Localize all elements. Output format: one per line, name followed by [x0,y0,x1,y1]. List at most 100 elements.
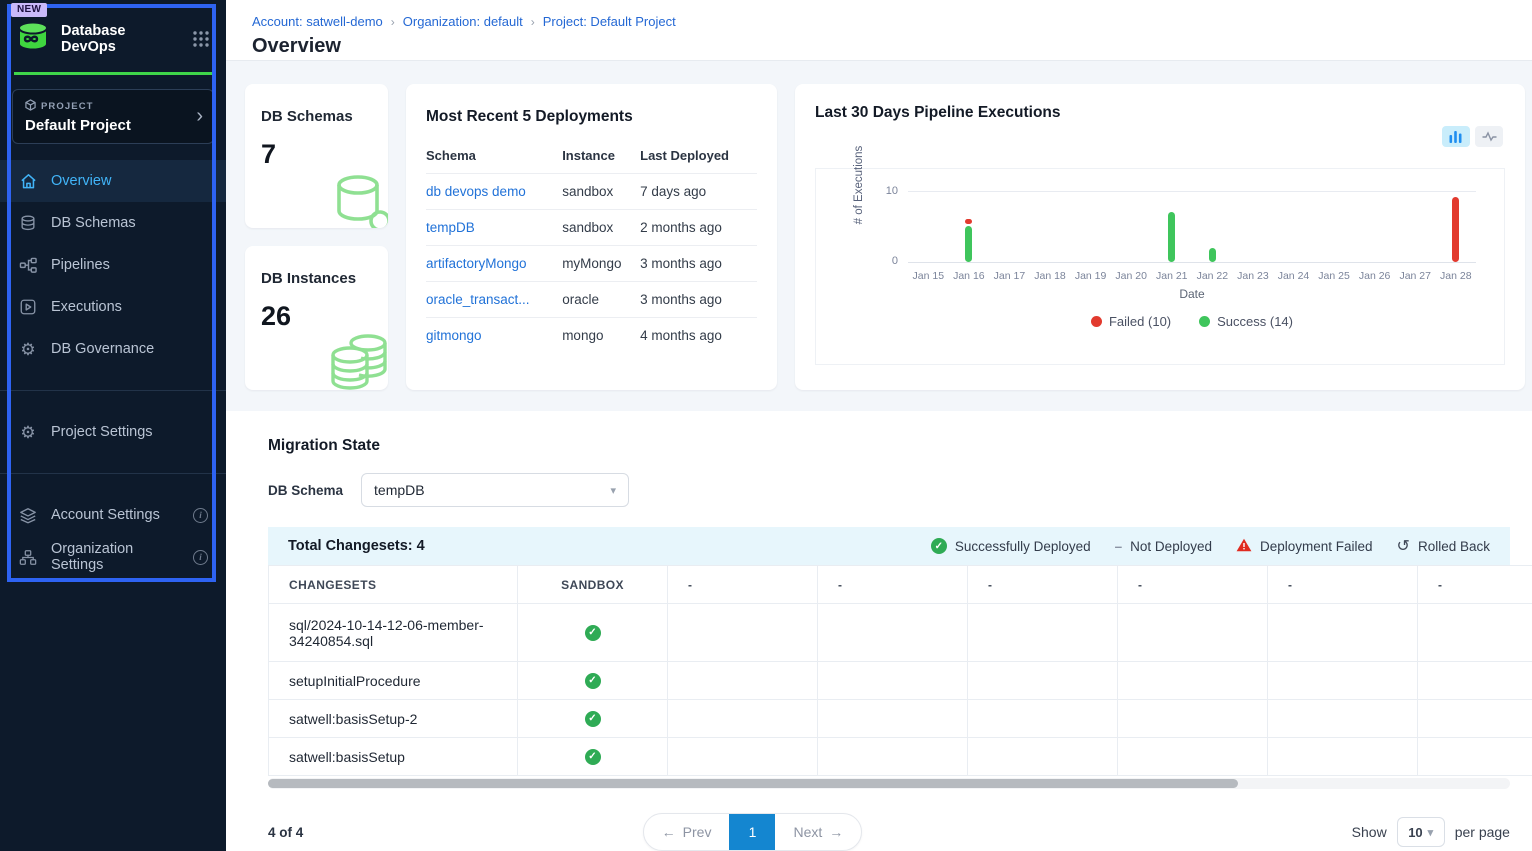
project-selector[interactable]: PROJECT Default Project › [12,89,214,144]
sidebar-item-label: Organization Settings [51,541,180,573]
column-header-changesets: CHANGESETS [269,566,518,604]
gridline [908,191,1476,192]
stat-value: 7 [261,139,372,170]
changeset-row: sql/2024-10-14-12-06-member-34240854.sql… [269,604,1532,662]
line-chart-toggle-icon[interactable] [1475,126,1503,147]
db-instances-card[interactable]: DB Instances 26 [245,246,388,390]
sidebar-item-label: Account Settings [51,507,180,523]
legend-label: Failed (10) [1109,314,1171,329]
sidebar-item-db-schemas[interactable]: DB Schemas [0,202,226,244]
schema-link[interactable]: artifactoryMongo [426,256,527,271]
x-tick-label: Jan 28 [1436,270,1477,282]
show-label: Show [1352,824,1387,840]
x-tick-label: Jan 25 [1314,270,1355,282]
gear-icon: ⚙ [18,341,38,358]
database-outline-icon [330,171,388,228]
chart-x-labels: Jan 15Jan 16Jan 17Jan 18Jan 19Jan 20Jan … [908,270,1476,282]
changeset-name: satwell:basisSetup-2 [269,700,518,738]
page-header: Account: satwell-demo › Organization: de… [226,0,1532,61]
pipeline-icon [18,257,38,274]
x-axis-label: Date [908,287,1476,301]
sidebar-nav: Overview DB Schemas [0,160,226,578]
pagination: 4 of 4 ← Prev 1 Next → Show 10 [268,813,1510,851]
legend-item-failed: Failed (10) [1091,314,1171,329]
db-schema-select[interactable]: tempDB ▾ [361,473,629,507]
prev-button[interactable]: ← Prev [644,814,730,850]
horizontal-scrollbar-thumb[interactable] [268,779,1238,788]
table-row: db devops demo sandbox 7 days ago [426,174,757,210]
changesets-table: CHANGESETS SANDBOX - - - - - - sql/2024- [268,565,1532,776]
sidebar-item-label: Executions [51,299,122,315]
sidebar-item-organization-settings[interactable]: Organization Settings i [0,536,226,578]
schema-link[interactable]: tempDB [426,220,475,235]
bar-chart-toggle-icon[interactable] [1442,126,1470,147]
chevron-down-icon: ▾ [611,484,617,497]
y-tick-label: 10 [886,185,898,197]
page-1-button[interactable]: 1 [729,814,775,850]
chart-bar-failed [1452,197,1459,262]
x-tick-label: Jan 24 [1273,270,1314,282]
chart-bar-success [1168,212,1175,262]
breadcrumb-account-link[interactable]: Account: satwell-demo [252,14,383,29]
sidebar-item-executions[interactable]: Executions [0,286,226,328]
x-tick-label: Jan 19 [1070,270,1111,282]
db-schemas-card[interactable]: DB Schemas 7 [245,84,388,228]
project-label: PROJECT [41,101,94,112]
sidebar-item-pipelines[interactable]: Pipelines [0,244,226,286]
column-header: Schema [426,140,562,174]
horizontal-scrollbar[interactable] [268,778,1510,789]
schema-link[interactable]: oracle_transact... [426,292,530,307]
schema-link[interactable]: gitmongo [426,328,482,343]
info-icon[interactable]: i [193,508,208,523]
sidebar: NEW Database DevOps [0,0,226,851]
sidebar-item-overview[interactable]: Overview [0,160,226,202]
instance-cell: mongo [562,318,640,354]
chart-bar-success [1209,248,1216,262]
x-tick-label: Jan 27 [1395,270,1436,282]
column-header: Last Deployed [640,140,757,174]
chevron-down-icon: ▾ [1428,826,1434,839]
sidebar-item-project-settings[interactable]: ⚙ Project Settings [0,411,226,453]
next-button[interactable]: Next → [775,814,861,850]
sidebar-item-db-governance[interactable]: ⚙ DB Governance [0,328,226,370]
changeset-name: setupInitialProcedure [269,662,518,700]
chart-type-toggle [1442,126,1503,147]
schema-link[interactable]: db devops demo [426,184,526,199]
info-icon[interactable]: i [193,550,208,565]
legend-label: Successfully Deployed [955,539,1091,554]
main-area: Account: satwell-demo › Organization: de… [226,0,1532,851]
breadcrumb-organization-link[interactable]: Organization: default [403,14,523,29]
stat-value: 26 [261,301,372,332]
y-axis-label: # of Executions [852,137,866,233]
instance-cell: oracle [562,282,640,318]
sidebar-divider [0,473,226,474]
database-stack-icon [326,329,388,390]
column-header-sandbox: SANDBOX [518,566,668,604]
changesets-summary-bar: Total Changesets: 4 ✓ Successfully Deplo… [268,527,1510,565]
deployments-table: Schema Instance Last Deployed db devops … [426,140,757,353]
recent-deployments-card: Most Recent 5 Deployments Schema Instanc… [406,84,777,390]
x-tick-label: Jan 15 [908,270,949,282]
page-size-select[interactable]: 10 ▾ [1397,817,1445,847]
table-row: artifactoryMongo myMongo 3 months ago [426,246,757,282]
stat-title: DB Schemas [261,108,372,125]
instance-cell: myMongo [562,246,640,282]
sidebar-item-label: DB Governance [51,341,154,357]
check-circle-icon: ✓ [585,673,601,689]
sidebar-item-label: Project Settings [51,424,153,440]
x-tick-label: Jan 23 [1233,270,1274,282]
deployment-status-legend: ✓ Successfully Deployed – Not Deployed D… [931,536,1490,556]
breadcrumb-project-link[interactable]: Project: Default Project [543,14,676,29]
home-icon [18,172,38,191]
prev-label: Prev [683,824,712,840]
success-dot-icon [1199,316,1210,327]
sidebar-item-label: Pipelines [51,257,110,273]
x-tick-label: Jan 22 [1192,270,1233,282]
apps-grid-icon[interactable] [192,30,210,48]
last-deployed-cell: 2 months ago [640,210,757,246]
new-badge: NEW [11,3,47,17]
sidebar-item-account-settings[interactable]: Account Settings i [0,494,226,536]
x-tick-label: Jan 21 [1151,270,1192,282]
page-size-group: Show 10 ▾ per page [1352,817,1510,847]
chart-area: # of Executions 10 0 Jan 15Jan 16Jan 17J… [815,168,1505,365]
